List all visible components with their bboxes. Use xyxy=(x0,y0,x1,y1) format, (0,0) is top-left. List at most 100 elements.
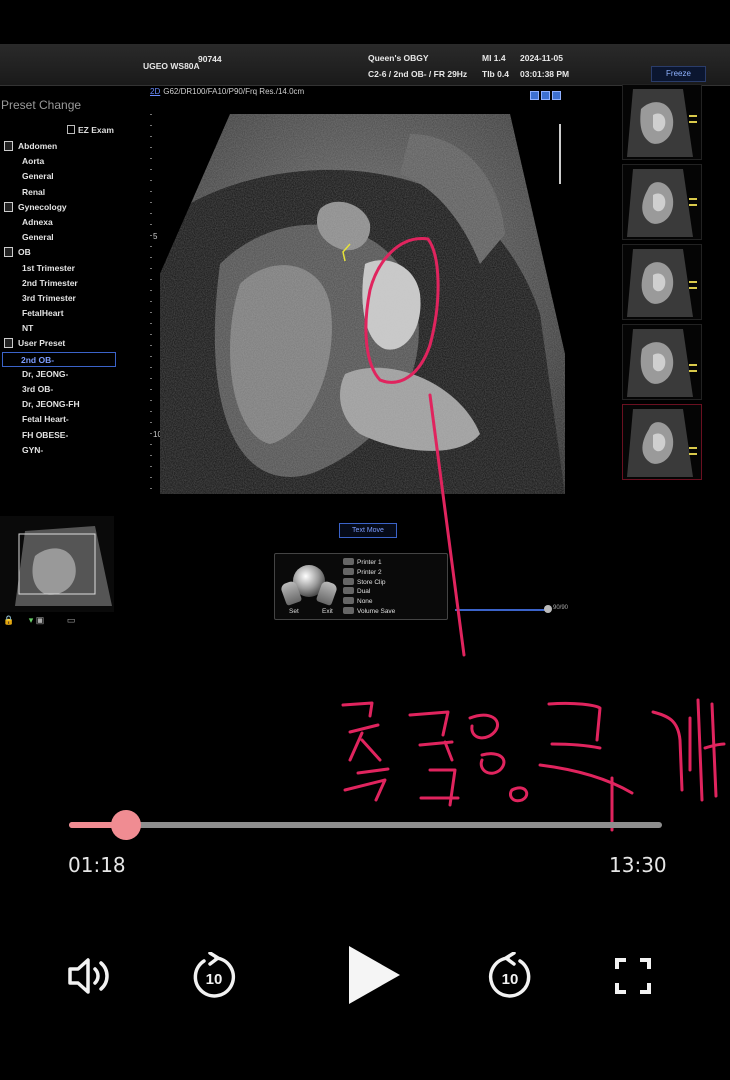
replay-seconds: 10 xyxy=(206,971,223,988)
preset-item[interactable]: General xyxy=(4,169,116,184)
preset-item[interactable]: 3rd Trimester xyxy=(4,291,116,306)
control-menu-item[interactable]: None xyxy=(343,597,395,607)
preset-group[interactable]: Gynecology xyxy=(4,200,116,215)
exam-date: 2024-11-05 xyxy=(520,53,564,63)
preset-item[interactable]: General xyxy=(4,230,116,245)
preset-item[interactable]: 2nd Trimester xyxy=(4,276,116,291)
preset-group[interactable]: OB xyxy=(4,245,116,260)
preset-item[interactable]: 1st Trimester xyxy=(4,261,116,276)
mode-2d-tab[interactable]: 2D xyxy=(150,87,160,96)
preset-group-label: User Preset xyxy=(18,338,66,349)
preset-item[interactable]: FH OBESE- xyxy=(4,428,116,443)
ultrasound-image xyxy=(160,114,565,494)
preset-group[interactable]: User Preset xyxy=(4,336,116,351)
forward-10-icon: 10 xyxy=(488,951,531,998)
key-chip-icon xyxy=(343,597,354,605)
preset-item[interactable]: Adnexa xyxy=(4,215,116,230)
document-icon xyxy=(4,338,13,349)
preset-item[interactable]: Renal xyxy=(4,185,116,200)
control-menu-label: Dual xyxy=(357,588,371,596)
hospital-name: Queen's OBGY xyxy=(368,53,429,63)
control-menu-item[interactable]: Volume Save xyxy=(343,606,396,617)
cine-knob[interactable] xyxy=(544,605,552,613)
cine-frame-label: 90/90 xyxy=(553,605,569,611)
depth-mark-5: 5 xyxy=(153,232,158,241)
control-menu-label: None xyxy=(357,598,373,606)
document-icon xyxy=(4,247,13,258)
freeze-button[interactable]: Freeze xyxy=(651,66,706,82)
preset-item[interactable]: 2nd OB- xyxy=(2,351,116,367)
preset-item[interactable]: 3rd OB- xyxy=(4,382,116,397)
device-model: UGEO WS80A xyxy=(143,61,200,71)
probe-info: C2-6 / 2nd OB- / FR 29Hz xyxy=(368,69,468,79)
set-label: Set xyxy=(289,608,299,615)
exit-label: Exit xyxy=(322,608,333,615)
device-id: 90744 xyxy=(198,54,222,64)
exam-time: 03:01:38 PM xyxy=(520,69,570,79)
cine-bar[interactable] xyxy=(455,609,550,611)
thumbnail-strip xyxy=(622,84,704,484)
control-menu-item[interactable]: Dual xyxy=(343,587,395,597)
tib-value: TIb 0.4 xyxy=(482,69,509,79)
scan-thumbnail[interactable] xyxy=(622,244,702,320)
control-menu-item[interactable]: Printer 2 xyxy=(343,567,395,578)
trackball-control-panel: Set Exit Printer 1 Printer 2 Store Clip Dua… xyxy=(274,553,448,620)
preset-item[interactable]: Fetal Heart- xyxy=(4,412,116,427)
status-icons: 🔒 ▾ ▣ ▭ xyxy=(3,615,75,626)
control-menu-label: Printer 2 xyxy=(357,568,382,576)
preset-group-label: OB xyxy=(18,247,31,258)
control-menu-label: Volume Save xyxy=(357,607,396,615)
control-menu-label: Printer 1 xyxy=(357,559,382,566)
scan-thumbnail[interactable] xyxy=(622,84,702,160)
control-menu-label: Store Clip xyxy=(357,578,386,586)
progress-knob[interactable] xyxy=(111,810,142,840)
document-icon xyxy=(4,201,13,212)
control-menu-item[interactable]: Printer 1 xyxy=(343,558,395,568)
key-chip-icon xyxy=(343,558,354,565)
key-chip-icon xyxy=(343,587,354,595)
storage-icon: ▭ xyxy=(66,615,76,625)
replay-10-icon: 10 xyxy=(193,951,236,998)
fullscreen-icon[interactable] xyxy=(614,957,652,995)
current-time: 01:18 xyxy=(68,853,126,877)
preset-list: Abdomen Aorta General Renal Gynecology Adnexa… xyxy=(2,139,116,458)
document-icon xyxy=(67,125,75,134)
scan-thumbnail[interactable] xyxy=(622,324,702,400)
forward-10-button[interactable]: 10 xyxy=(485,951,535,1002)
key-chip-icon xyxy=(343,567,354,575)
ez-exam-label: EZ Exam xyxy=(78,125,114,135)
scan-thumbnail[interactable] xyxy=(622,404,702,480)
document-icon xyxy=(4,141,13,151)
ez-exam-button[interactable]: EZ Exam xyxy=(67,125,114,135)
mi-value: MI 1.4 xyxy=(482,53,506,63)
view-icons xyxy=(528,87,561,105)
ultrasound-screen: UGEO WS80A 90744 Queen's OBGY C2-6 / 2nd… xyxy=(0,44,730,634)
network-icon: ▣ xyxy=(35,615,45,625)
split-icon[interactable] xyxy=(541,91,550,100)
zoom-icon[interactable] xyxy=(552,91,561,100)
ultrasound-header: UGEO WS80A 90744 Queen's OBGY C2-6 / 2nd… xyxy=(0,44,730,86)
preset-item[interactable]: GYN- xyxy=(4,443,116,458)
preset-item[interactable]: Dr, JEONG-FH xyxy=(4,397,116,412)
preset-item[interactable]: Dr, JEONG- xyxy=(4,367,116,382)
progress-track[interactable] xyxy=(69,822,662,828)
forward-seconds: 10 xyxy=(502,971,519,988)
scan-params-text: G62/DR100/FA10/P90/Frq Res./14.0cm xyxy=(163,87,305,96)
total-time: 13:30 xyxy=(609,853,667,877)
lock-icon: 🔒 xyxy=(3,615,15,625)
preset-item[interactable]: NT xyxy=(4,321,116,336)
layout-icon[interactable] xyxy=(530,91,539,100)
scan-thumbnail[interactable] xyxy=(622,164,702,240)
text-move-button[interactable]: Text Move xyxy=(339,523,397,538)
preset-group-label: Abdomen xyxy=(18,141,58,151)
key-chip-icon xyxy=(343,606,354,614)
preset-group[interactable]: Abdomen xyxy=(4,139,116,154)
preset-item[interactable]: FetalHeart xyxy=(4,306,116,321)
preset-item[interactable]: Aorta xyxy=(4,154,116,169)
key-chip-icon xyxy=(343,577,354,585)
preset-group-label: Gynecology xyxy=(18,201,67,212)
play-icon[interactable] xyxy=(344,942,404,1008)
volume-icon[interactable] xyxy=(66,955,114,997)
replay-10-button[interactable]: 10 xyxy=(189,951,239,1002)
control-menu-item[interactable]: Store Clip xyxy=(343,577,395,588)
